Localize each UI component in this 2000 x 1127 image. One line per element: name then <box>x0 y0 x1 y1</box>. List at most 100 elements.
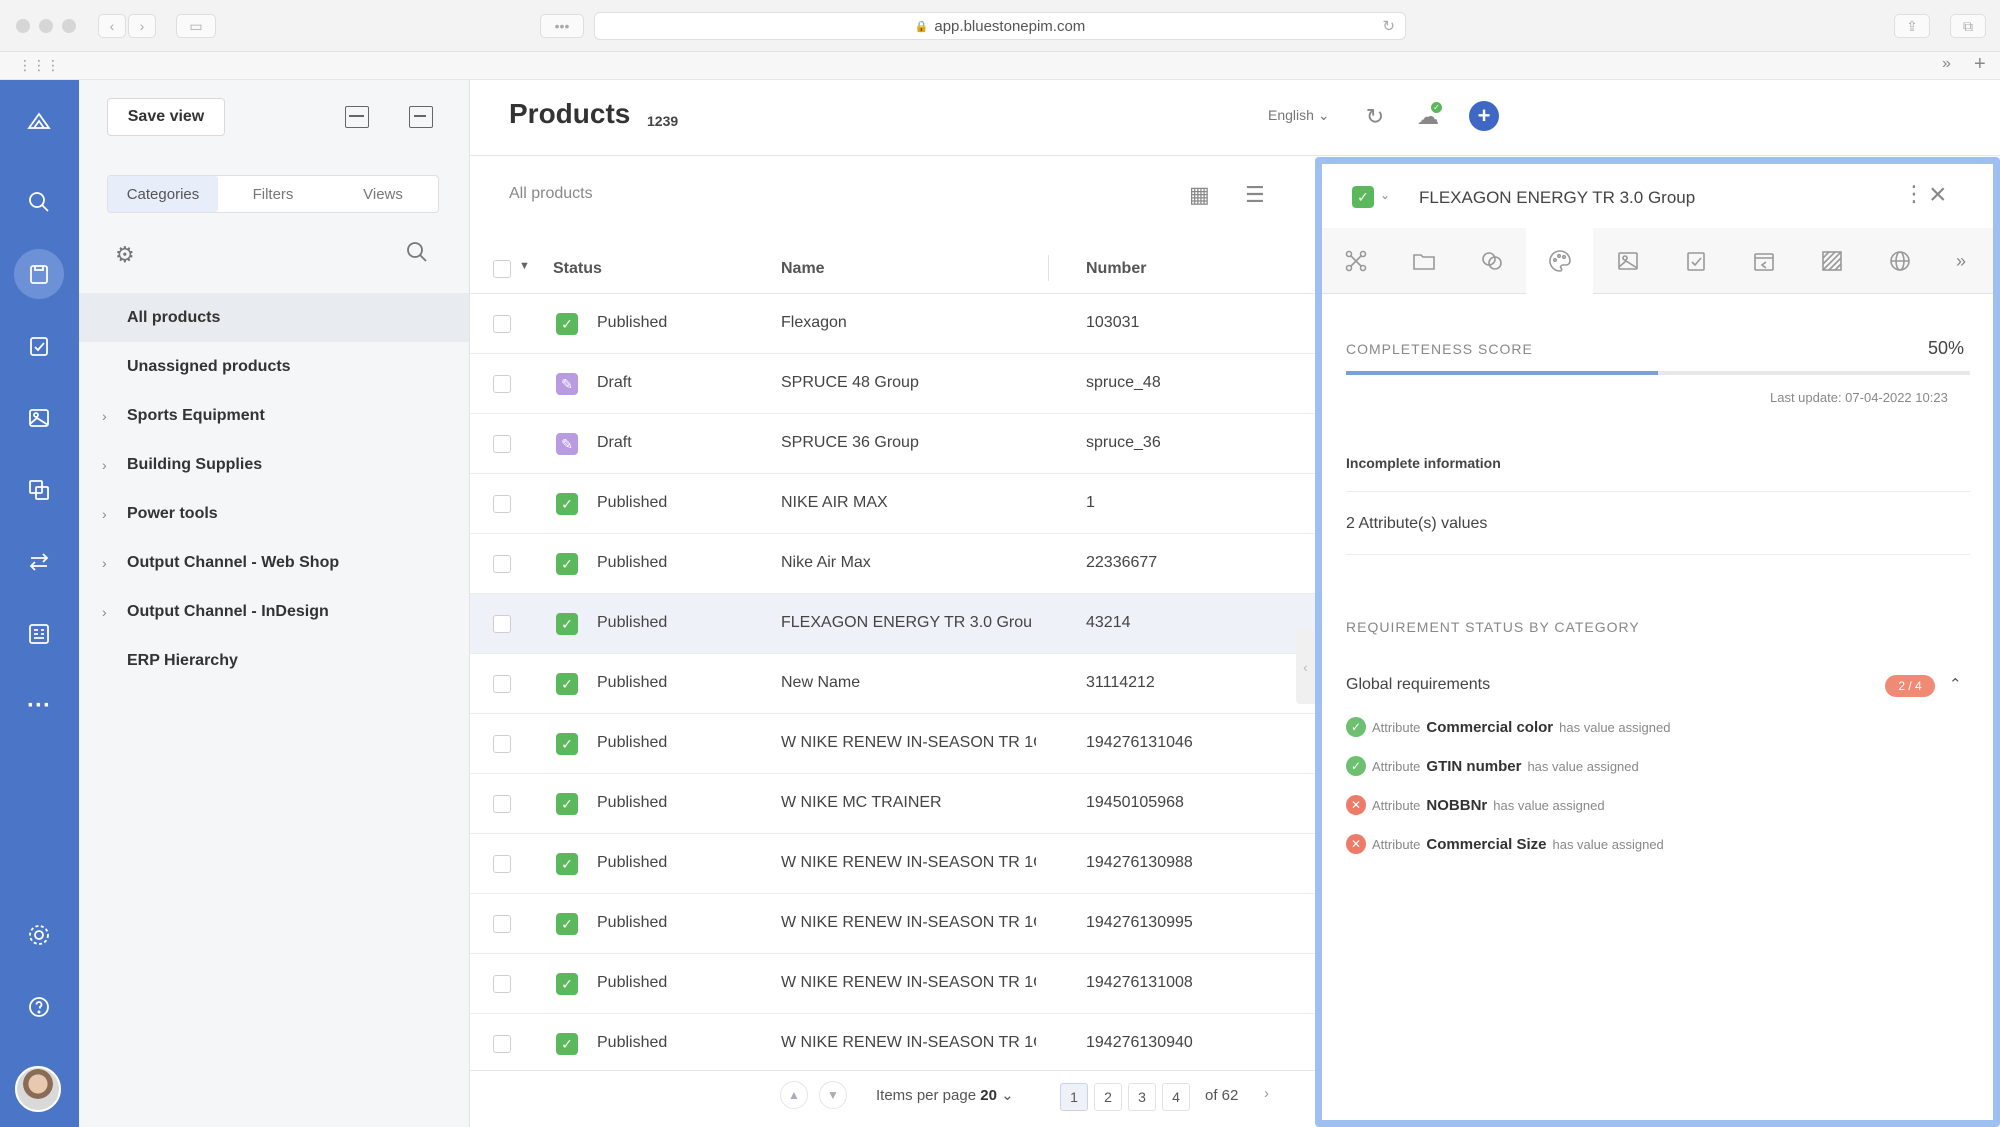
row-checkbox[interactable] <box>493 855 511 873</box>
bluestone-logo-icon[interactable] <box>14 98 64 148</box>
select-all-checkbox[interactable] <box>493 260 511 278</box>
media-icon[interactable] <box>14 393 64 443</box>
row-checkbox[interactable] <box>493 315 511 333</box>
category-item[interactable]: Unassigned products <box>79 342 469 391</box>
add-product-button[interactable]: + <box>1469 101 1499 131</box>
table-row[interactable]: ✓ Published Flexagon 103031 <box>470 294 1315 354</box>
address-bar[interactable]: 🔒 app.bluestonepim.com ↻ <box>594 12 1406 40</box>
window-zoom-button[interactable] <box>62 19 76 33</box>
scroll-down-icon[interactable]: ▼ <box>819 1081 847 1109</box>
category-item[interactable]: › Output Channel - Web Shop <box>79 538 469 587</box>
detail-collapse-handle[interactable]: ‹ <box>1296 630 1315 704</box>
category-item[interactable]: ERP Hierarchy <box>79 636 469 685</box>
translations-icon[interactable] <box>14 465 64 515</box>
table-row[interactable]: ✓ Published W NIKE RENEW IN-SEASON TR 1C 19… <box>470 894 1315 954</box>
row-checkbox[interactable] <box>493 1035 511 1053</box>
chevron-right-icon[interactable]: › <box>102 604 107 620</box>
chevron-right-icon[interactable]: › <box>102 408 107 424</box>
category-item[interactable]: › Power tools <box>79 489 469 538</box>
row-checkbox[interactable] <box>493 735 511 753</box>
tabs-overview-icon[interactable]: ⧉ <box>1950 14 1986 38</box>
folder-icon[interactable] <box>1390 228 1457 294</box>
relations-icon[interactable] <box>1322 228 1389 294</box>
requirement-category[interactable]: Global requirements <box>1346 676 1490 694</box>
sync-arrows-icon[interactable] <box>14 537 64 587</box>
user-avatar[interactable] <box>15 1066 61 1112</box>
sync-status-icon[interactable]: ☁ ✓ <box>1413 102 1443 132</box>
row-checkbox[interactable] <box>493 915 511 933</box>
chevron-up-icon[interactable]: ⌃ <box>1949 675 1962 693</box>
links-icon[interactable] <box>1458 228 1525 294</box>
more-tabs-icon[interactable]: » <box>1936 228 1986 294</box>
tab-categories[interactable]: Categories <box>108 176 218 212</box>
sidebar-toggle-icon[interactable]: ▭ <box>176 14 216 38</box>
image-icon[interactable] <box>1594 228 1661 294</box>
pattern-icon[interactable] <box>1798 228 1865 294</box>
table-row[interactable]: ✎ Draft SPRUCE 48 Group spruce_48 <box>470 354 1315 414</box>
table-row[interactable]: ✓ Published W NIKE RENEW IN-SEASON TR 1C 19… <box>470 1014 1315 1074</box>
palette-icon[interactable] <box>1526 228 1593 294</box>
next-page-icon[interactable]: › <box>1264 1085 1269 1102</box>
category-item[interactable]: › Output Channel - InDesign <box>79 587 469 636</box>
reload-icon[interactable]: ↻ <box>1382 17 1395 35</box>
apps-grid-icon[interactable]: ⋮⋮⋮ <box>18 57 60 74</box>
status-menu-chevron-icon[interactable]: ⌄ <box>1380 188 1390 202</box>
table-row[interactable]: ✎ Draft SPRUCE 36 Group spruce_36 <box>470 414 1315 474</box>
table-row[interactable]: ✓ Published NIKE AIR MAX 1 <box>470 474 1315 534</box>
globe-icon[interactable] <box>1866 228 1933 294</box>
extensions-icon[interactable]: ••• <box>540 14 584 38</box>
category-settings-gear-icon[interactable]: ⚙ <box>115 242 135 268</box>
page-button[interactable]: 2 <box>1094 1083 1122 1111</box>
row-checkbox[interactable] <box>493 795 511 813</box>
products-icon[interactable] <box>14 249 64 299</box>
tab-filters[interactable]: Filters <box>218 176 328 212</box>
page-button[interactable]: 3 <box>1128 1083 1156 1111</box>
row-checkbox[interactable] <box>493 555 511 573</box>
settings-gear-icon[interactable] <box>14 910 64 960</box>
page-button[interactable]: 4 <box>1162 1083 1190 1111</box>
scroll-up-icon[interactable]: ▲ <box>780 1081 808 1109</box>
chevron-right-icon[interactable]: › <box>102 506 107 522</box>
published-status-icon[interactable]: ✓ <box>1352 186 1374 208</box>
category-item[interactable]: › Building Supplies <box>79 440 469 489</box>
column-number[interactable]: Number <box>1086 260 1146 278</box>
refresh-icon[interactable]: ↻ <box>1360 102 1390 132</box>
table-row[interactable]: ✓ Published New Name 31114212 <box>470 654 1315 714</box>
table-row[interactable]: ✓ Published W NIKE RENEW IN-SEASON TR 1C 19… <box>470 834 1315 894</box>
column-name[interactable]: Name <box>781 260 825 278</box>
more-options-icon[interactable]: ⋮ <box>1903 181 1925 207</box>
table-row[interactable]: ✓ Published Nike Air Max 22336677 <box>470 534 1315 594</box>
share-icon[interactable]: ⇪ <box>1894 14 1930 38</box>
table-row[interactable]: ✓ Published W NIKE RENEW IN-SEASON TR 1C 19… <box>470 954 1315 1014</box>
calendar-icon[interactable] <box>1730 228 1797 294</box>
category-search-icon[interactable] <box>405 240 429 269</box>
expand-panel-icon[interactable] <box>345 106 369 128</box>
close-icon[interactable]: × <box>1929 178 1947 212</box>
table-row[interactable]: ✓ Published FLEXAGON ENERGY TR 3.0 Grou 432… <box>470 594 1315 654</box>
clipboard-check-icon[interactable] <box>1662 228 1729 294</box>
category-item[interactable]: › Sports Equipment <box>79 391 469 440</box>
row-checkbox[interactable] <box>493 435 511 453</box>
column-settings-icon[interactable]: ▦ <box>1189 182 1210 208</box>
help-icon[interactable] <box>14 982 64 1032</box>
window-minimize-button[interactable] <box>39 19 53 33</box>
column-status[interactable]: Status <box>553 260 602 278</box>
page-button[interactable]: 1 <box>1060 1083 1088 1111</box>
tasks-icon[interactable] <box>14 321 64 371</box>
table-row[interactable]: ✓ Published W NIKE RENEW IN-SEASON TR 1C 19… <box>470 714 1315 774</box>
row-checkbox[interactable] <box>493 975 511 993</box>
select-menu-caret-icon[interactable]: ▼ <box>519 260 530 272</box>
row-checkbox[interactable] <box>493 615 511 633</box>
window-close-button[interactable] <box>16 19 30 33</box>
items-per-page-select[interactable]: Items per page 20 ⌄ <box>876 1086 1014 1104</box>
new-tab-icon[interactable]: + <box>1974 53 1986 76</box>
collapse-panel-icon[interactable] <box>409 106 433 128</box>
filter-sliders-icon[interactable]: ☰ <box>1245 182 1265 208</box>
double-chevron-icon[interactable]: » <box>1942 55 1951 73</box>
tab-views[interactable]: Views <box>328 176 438 212</box>
chevron-right-icon[interactable]: › <box>102 555 107 571</box>
back-icon[interactable]: ‹ <box>98 14 126 38</box>
save-view-button[interactable]: Save view <box>107 98 225 136</box>
language-select[interactable]: English ⌄ <box>1268 107 1330 124</box>
chevron-right-icon[interactable]: › <box>102 457 107 473</box>
